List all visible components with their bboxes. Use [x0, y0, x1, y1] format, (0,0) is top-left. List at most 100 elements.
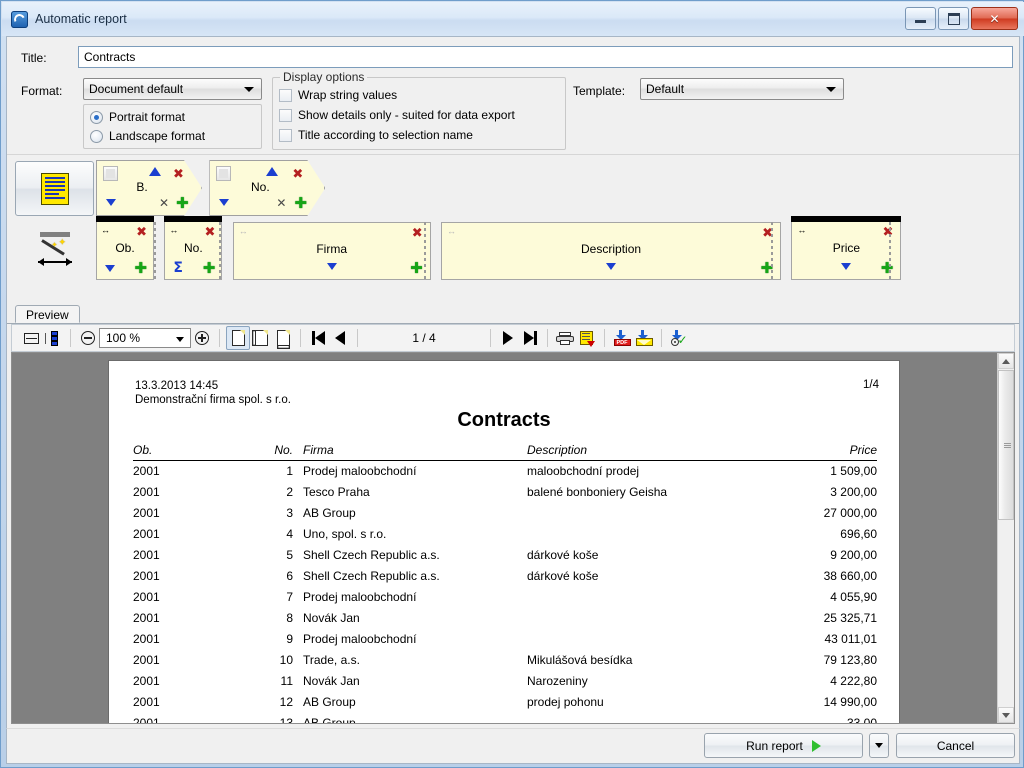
export-check-button[interactable]: ✓ — [668, 327, 690, 349]
checkbox-title-selection-name[interactable]: Title according to selection name — [279, 128, 473, 142]
field-column-label: No. — [184, 241, 203, 255]
cancel-button[interactable]: Cancel — [896, 733, 1015, 758]
group-checkbox-icon[interactable] — [216, 166, 231, 181]
field-options-icon[interactable] — [841, 263, 852, 270]
close-button[interactable]: ✕ — [971, 7, 1018, 30]
remove-field-icon[interactable]: ✖ — [204, 225, 215, 238]
thumbnails-button[interactable] — [42, 327, 64, 349]
group-checkbox-icon[interactable] — [103, 166, 118, 181]
column-header-no: No. — [221, 443, 303, 461]
title-input[interactable]: Contracts — [78, 46, 1013, 68]
field-separator[interactable] — [424, 222, 426, 280]
clear-group-icon[interactable]: ✕ — [276, 197, 286, 209]
checkbox-wrap-string-values[interactable]: Wrap string values — [279, 88, 397, 102]
cell-firma: AB Group — [303, 506, 356, 520]
remove-field-icon[interactable]: ✖ — [412, 226, 423, 239]
scroll-up-button[interactable] — [998, 353, 1014, 369]
fit-page-button[interactable] — [20, 327, 42, 349]
resize-width-icon[interactable]: ↔ — [169, 226, 178, 235]
run-report-dropdown-button[interactable] — [869, 733, 889, 758]
cell-ob: 2001 — [133, 695, 160, 709]
clear-group-icon[interactable]: ✕ — [159, 197, 169, 209]
page-indicator: 1 / 4 — [412, 331, 436, 345]
table-row: 2001 2 Tesco Praha balené bonboniery Geisha… — [133, 482, 877, 503]
scroll-thumb[interactable] — [998, 370, 1014, 520]
add-field-icon[interactable]: ✚ — [203, 261, 216, 276]
send-mail-button[interactable] — [633, 327, 655, 349]
zoom-out-button[interactable] — [77, 327, 99, 349]
resize-width-icon: ↔ — [447, 226, 456, 236]
field-separator[interactable] — [889, 222, 891, 280]
save-document-button[interactable] — [576, 327, 598, 349]
report-table: Ob. No. Firma Description Price 2001 1 Pro… — [133, 443, 877, 723]
group-options-icon[interactable] — [219, 199, 229, 206]
last-page-button[interactable] — [519, 327, 541, 349]
table-row: 2001 12 AB Group prodej pohonu 14 990,00 — [133, 692, 877, 713]
field-separator[interactable] — [154, 222, 156, 280]
next-page-button[interactable] — [497, 327, 519, 349]
field-column-ob[interactable]: ↔ ✖ Ob. ✚ — [96, 216, 154, 280]
add-field-icon[interactable]: ✚ — [410, 261, 423, 276]
add-field-icon[interactable]: ✚ — [881, 261, 894, 276]
cell-firma: Novák Jan — [303, 611, 360, 625]
table-row: 2001 11 Novák Jan Narozeniny 4 222,80 — [133, 671, 877, 692]
maximize-button[interactable] — [938, 7, 969, 30]
tab-preview[interactable]: Preview — [15, 305, 80, 323]
two-page-button[interactable] — [250, 327, 272, 349]
format-select[interactable]: Document default — [83, 78, 262, 100]
field-column-price[interactable]: ↔ ✖ Price ✚ — [791, 216, 902, 280]
zoom-in-button[interactable] — [191, 327, 213, 349]
field-options-icon[interactable] — [606, 263, 617, 270]
radio-landscape-format[interactable]: Landscape format — [90, 129, 205, 143]
cell-description — [527, 524, 757, 545]
scroll-down-button[interactable] — [998, 707, 1014, 723]
field-column-firma[interactable]: ↔ ✖ Firma ✚ — [232, 222, 431, 280]
cell-description — [527, 713, 757, 723]
cell-firma: AB Group — [303, 695, 356, 709]
remove-group-icon[interactable]: ✖ — [292, 167, 303, 180]
checkbox-show-details-only[interactable]: Show details only - suited for data expo… — [279, 108, 515, 122]
export-pdf-button[interactable]: PDF — [611, 327, 633, 349]
field-options-icon[interactable] — [326, 263, 337, 270]
report-layout-button[interactable] — [15, 161, 94, 216]
sort-ascending-icon[interactable] — [266, 167, 278, 176]
field-options-icon[interactable] — [105, 265, 115, 272]
preview-canvas[interactable]: 13.3.2013 14:45 Demonstrační firma spol.… — [11, 352, 1015, 724]
single-page-button[interactable] — [226, 326, 250, 350]
add-group-icon[interactable]: ✚ — [176, 196, 189, 211]
two-page-icon — [254, 330, 268, 346]
print-button[interactable] — [554, 327, 576, 349]
group-band-no[interactable]: ✖ No. ✕ ✚ — [209, 160, 325, 216]
zoom-level-select[interactable]: 100 % — [99, 328, 191, 348]
template-select[interactable]: Default — [640, 78, 844, 100]
group-options-icon[interactable] — [106, 199, 116, 206]
minimize-button[interactable] — [905, 7, 936, 30]
grip-icon — [1004, 443, 1011, 444]
previous-page-button[interactable] — [329, 327, 351, 349]
auto-width-wizard-button[interactable]: ✦ ✦ — [15, 221, 94, 276]
run-report-button[interactable]: Run report — [704, 733, 863, 758]
radio-portrait-format[interactable]: Portrait format — [90, 110, 185, 124]
table-row: 2001 3 AB Group 27 000,00 — [133, 503, 877, 524]
sort-ascending-icon[interactable] — [149, 167, 161, 176]
add-group-icon[interactable]: ✚ — [294, 196, 307, 211]
field-column-no[interactable]: ↔ ✖ No. Σ ✚ — [164, 216, 223, 280]
resize-width-icon[interactable]: ↔ — [101, 226, 110, 235]
group-band-b[interactable]: ✖ B. ✕ ✚ — [96, 160, 202, 216]
remove-field-icon[interactable]: ✖ — [882, 225, 893, 238]
field-separator[interactable] — [771, 222, 773, 280]
preview-vertical-scrollbar[interactable] — [997, 353, 1014, 723]
field-separator[interactable] — [219, 222, 221, 280]
cell-price: 38 660,00 — [823, 569, 877, 583]
wand-icon: ✦ ✦ — [37, 231, 72, 266]
remove-group-icon[interactable]: ✖ — [173, 167, 184, 180]
cell-firma: Prodej maloobchodní — [303, 464, 417, 478]
cell-ob: 2001 — [133, 653, 160, 667]
resize-width-icon[interactable]: ↔ — [797, 226, 806, 235]
field-column-description[interactable]: ↔ ✖ Description ✚ — [441, 222, 782, 280]
sum-field-icon[interactable]: Σ — [173, 261, 183, 275]
add-field-icon[interactable]: ✚ — [134, 261, 147, 276]
remove-field-icon[interactable]: ✖ — [136, 225, 147, 238]
continuous-page-button[interactable] — [272, 327, 294, 349]
first-page-button[interactable] — [307, 327, 329, 349]
